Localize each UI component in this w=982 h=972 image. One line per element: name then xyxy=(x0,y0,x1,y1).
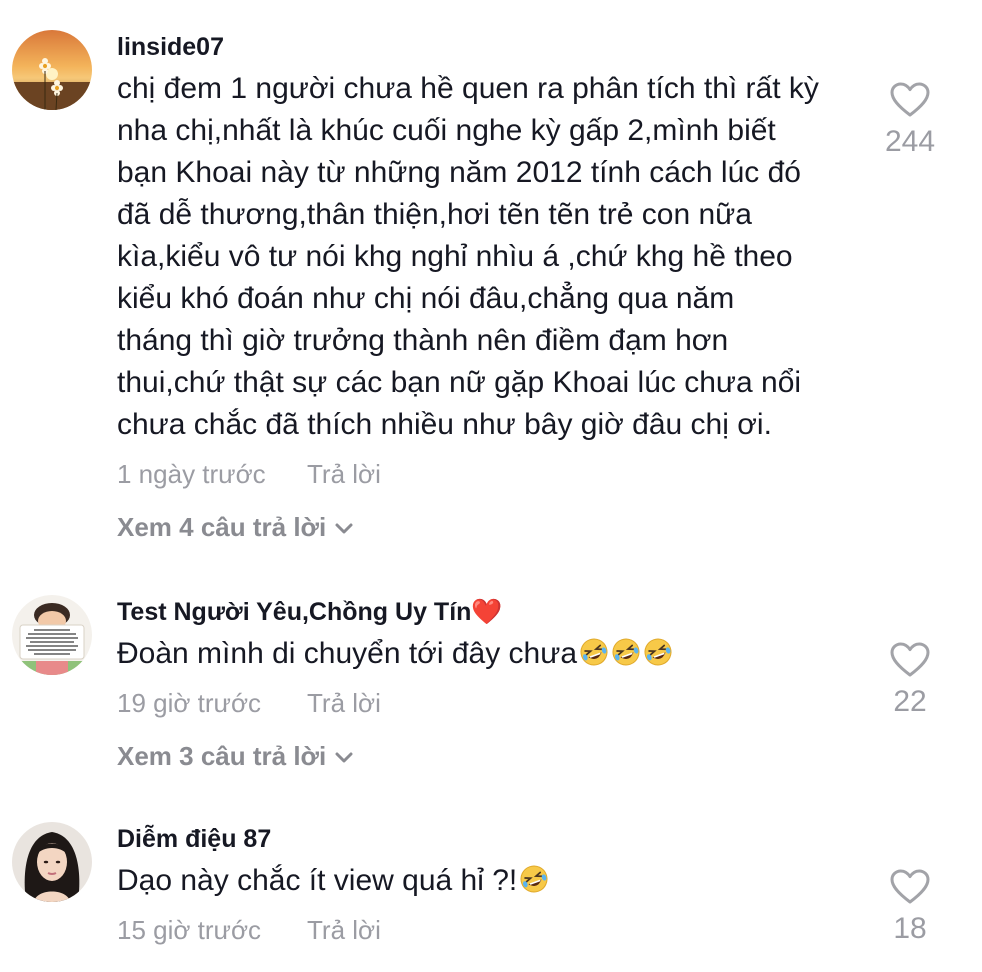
like-count: 18 xyxy=(893,912,927,945)
like-button[interactable]: 18 xyxy=(860,869,960,947)
comment-timestamp: 19 giờ trước xyxy=(117,688,261,718)
comment-meta: 19 giờ trước Trả lời xyxy=(117,687,882,719)
comment-username[interactable]: linside07 xyxy=(117,30,882,64)
rofl-emoji-icon xyxy=(519,864,549,894)
like-button[interactable]: 244 xyxy=(860,82,960,160)
comment-text: chị đem 1 người chưa hề quen ra phân tíc… xyxy=(117,72,819,441)
comment-timestamp: 1 ngày trước xyxy=(117,459,266,489)
comment-text-body: Đoàn mình di chuyển tới đây chưa xyxy=(117,637,578,670)
comment-timestamp: 15 giờ trước xyxy=(117,915,261,945)
rofl-emoji-icon xyxy=(643,637,673,667)
rofl-emoji-icon xyxy=(579,637,609,667)
avatar[interactable] xyxy=(12,30,92,110)
heart-icon xyxy=(890,642,930,678)
chevron-down-icon xyxy=(334,751,354,765)
view-replies-button[interactable]: Xem 4 câu trả lời xyxy=(117,510,882,544)
view-replies-label: Xem 4 câu trả lời xyxy=(117,512,327,542)
avatar[interactable] xyxy=(12,822,92,902)
view-replies-label: Xem 3 câu trả lời xyxy=(117,741,327,771)
comment-username[interactable]: Test Người Yêu,Chồng Uy Tín❤️ xyxy=(117,595,882,629)
comment-text: Dạo này chắc ít view quá hỉ ?! xyxy=(117,860,882,902)
chevron-down-icon xyxy=(334,522,354,536)
view-replies-button[interactable]: Xem 3 câu trả lời xyxy=(117,739,882,773)
comment-text-body: Dạo này chắc ít view quá hỉ ?! xyxy=(117,864,518,897)
reply-button[interactable]: Trả lời xyxy=(307,688,381,718)
reply-button[interactable]: Trả lời xyxy=(307,459,381,489)
red-heart-emoji-icon: ❤️ xyxy=(471,598,503,626)
comment-text: Đoàn mình di chuyển tới đây chưa xyxy=(117,633,882,675)
comment-meta: 15 giờ trước Trả lời xyxy=(117,914,882,946)
rofl-emoji-icon xyxy=(611,637,641,667)
comment-username-text: Test Người Yêu,Chồng Uy Tín xyxy=(117,598,472,626)
heart-icon xyxy=(890,82,930,118)
heart-icon xyxy=(890,869,930,905)
reply-button[interactable]: Trả lời xyxy=(307,915,381,945)
comment-meta: 1 ngày trước Trả lời xyxy=(117,458,882,490)
like-count: 22 xyxy=(893,685,927,718)
avatar[interactable] xyxy=(12,595,92,675)
like-button[interactable]: 22 xyxy=(860,642,960,720)
comment-username[interactable]: Diễm điệu 87 xyxy=(117,822,882,856)
like-count: 244 xyxy=(884,125,936,158)
